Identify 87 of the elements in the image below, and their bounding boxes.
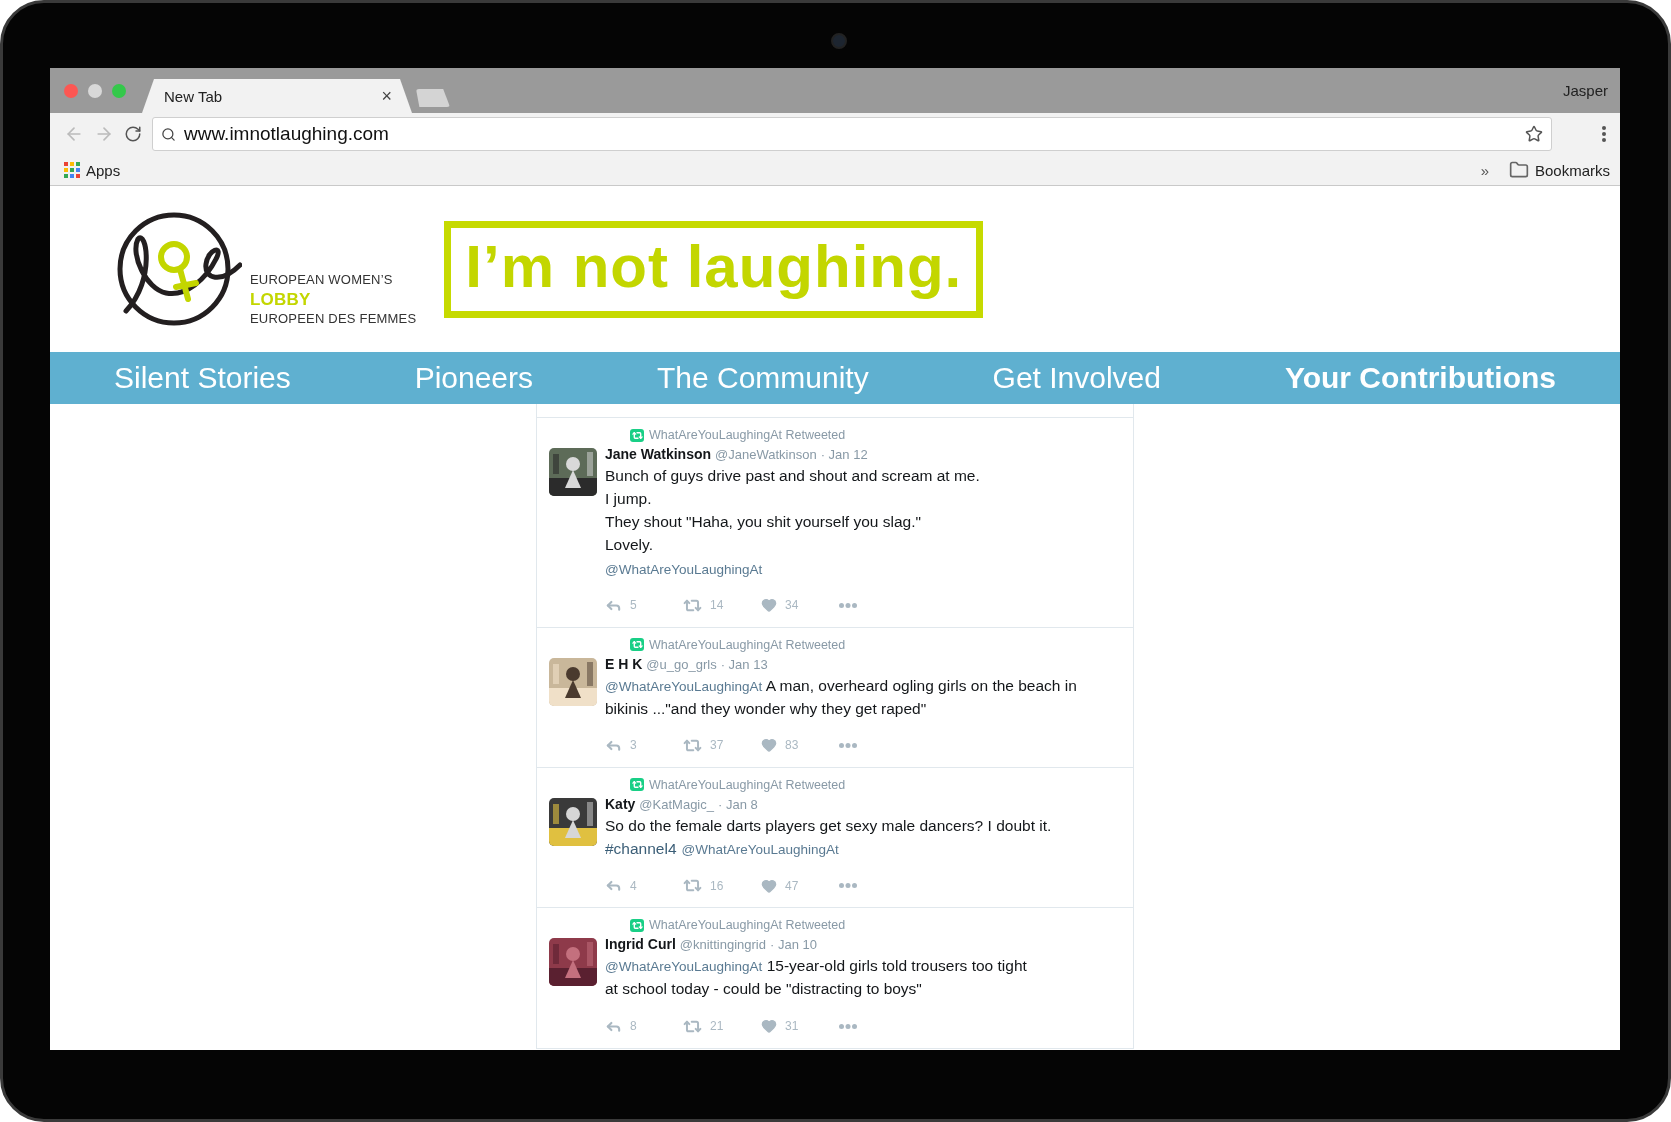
tweet-text: at school today - could be "distracting to boys"	[605, 979, 923, 1000]
author-handle[interactable]: @KatMagic_	[639, 797, 714, 812]
bookmarks-folder[interactable]: Bookmarks	[1508, 160, 1610, 180]
reply-button[interactable]: 5	[605, 596, 683, 614]
reply-button[interactable]: 3	[605, 737, 683, 754]
retweet-button[interactable]: 16	[683, 876, 761, 896]
retweet-icon	[630, 918, 644, 932]
maximize-window-button[interactable]	[112, 83, 126, 98]
reply-button[interactable]: 8	[605, 1017, 683, 1035]
like-button[interactable]: 47	[761, 877, 839, 894]
more-icon	[839, 743, 857, 748]
retweet-label: WhatAreYouLaughingAt Retweeted	[649, 428, 846, 442]
heart-icon	[761, 877, 777, 894]
organisation-name: EUROPEAN WOMEN’S	[250, 272, 394, 289]
author-name[interactable]: Katy	[605, 796, 636, 812]
tweet-text: So do the female darts players get sexy male dancers? I doubt it.	[605, 816, 1053, 836]
heart-icon	[761, 737, 777, 754]
more-icon	[839, 883, 857, 889]
reply-button[interactable]: 4	[605, 877, 683, 895]
tweet-date[interactable]: · Jan 8	[718, 797, 758, 812]
tweet-text: Lovely.	[605, 535, 654, 556]
like-button[interactable]: 83	[761, 737, 839, 754]
campaign-banner: I’m not laughing.	[444, 220, 984, 318]
apps-grid-icon	[64, 162, 80, 178]
nav-link[interactable]: Silent Stories	[114, 361, 291, 395]
apps-link[interactable]: Apps	[64, 161, 121, 179]
mention-link[interactable]: @WhatAreYouLaughingAt	[605, 678, 763, 694]
mention-link[interactable]: @WhatAreYouLaughingAt	[605, 561, 763, 577]
tweet-text: Bunch of guys drive past and shout and scream at me.	[605, 466, 981, 486]
profile-name[interactable]: Jasper	[1562, 82, 1608, 99]
retweet-icon	[630, 638, 644, 652]
nav-link[interactable]: The Community	[656, 361, 869, 395]
menu-button[interactable]	[1602, 126, 1606, 142]
retweet-label: WhatAreYouLaughingAt Retweeted	[649, 778, 846, 792]
more-button[interactable]	[839, 1023, 857, 1029]
retweet-button[interactable]: 37	[683, 736, 761, 755]
tweet-text: They shout "Haha, you shit yourself you slag."	[605, 512, 922, 533]
nav-link[interactable]: Pioneers	[414, 361, 534, 395]
tab-title: New Tab	[164, 87, 223, 105]
tweet-date[interactable]: · Jan 13	[720, 656, 768, 672]
retweet-label: WhatAreYouLaughingAt Retweeted	[649, 637, 846, 652]
new-tab-button[interactable]	[416, 89, 450, 107]
retweet-label: WhatAreYouLaughingAt Retweeted	[649, 918, 846, 933]
camera-icon	[831, 33, 847, 49]
mention-link[interactable]: @WhatAreYouLaughingAt	[681, 842, 839, 858]
author-name[interactable]: Ingrid Curl	[605, 936, 676, 953]
close-tab-button[interactable]: ×	[381, 85, 392, 107]
search-icon	[161, 126, 176, 142]
retweet-icon	[630, 428, 644, 442]
retweet-button[interactable]: 14	[683, 595, 761, 615]
tweet-text: I jump.	[605, 489, 653, 510]
organisation-name: EUROPEEN DES FEMMES	[250, 311, 417, 328]
more-icon	[839, 1023, 857, 1029]
folder-icon	[1508, 160, 1529, 180]
bookmark-star-icon[interactable]	[1525, 125, 1543, 143]
tweet-text: @WhatAreYouLaughingAt 15-year-old girls told trousers too tight	[605, 956, 1028, 977]
tweet-text: bikinis ..."and they wonder why they get raped"	[605, 698, 928, 719]
like-button[interactable]: 31	[761, 1018, 839, 1035]
more-button[interactable]	[839, 743, 857, 748]
tweet-date[interactable]: · Jan 10	[769, 937, 817, 953]
more-button[interactable]	[839, 883, 857, 889]
browser-tab[interactable]: New Tab ×	[142, 79, 412, 113]
organisation-name: LOBBY	[250, 288, 312, 311]
reload-button[interactable]	[124, 125, 142, 143]
author-handle[interactable]: @JaneWatkinson	[715, 447, 817, 462]
nav-link[interactable]: Your Contributions	[1284, 361, 1556, 395]
hashtag-link[interactable]: #channel4	[605, 840, 677, 858]
close-window-button[interactable]	[64, 83, 78, 98]
tweet-text: @WhatAreYouLaughingAt A man, overheard ogling girls on the beach in	[605, 675, 1078, 696]
author-handle[interactable]: @u_go_grls	[646, 656, 717, 672]
bookmarks-overflow-button[interactable]: »	[1480, 161, 1489, 179]
menu-icon	[1602, 126, 1606, 142]
mention-link[interactable]: @WhatAreYouLaughingAt	[605, 959, 763, 975]
retweet-button[interactable]: 21	[683, 1016, 761, 1036]
author-handle[interactable]: @knittingingrid	[679, 937, 766, 953]
like-button[interactable]: 34	[761, 597, 839, 614]
retweet-icon	[630, 778, 644, 792]
address-bar[interactable]: www.imnotlaughing.com	[152, 117, 1552, 151]
more-icon	[839, 602, 857, 608]
tweet-date[interactable]: · Jan 12	[820, 447, 868, 462]
author-name[interactable]: Jane Watkinson	[605, 446, 712, 462]
heart-icon	[761, 1018, 777, 1035]
minimize-window-button[interactable]	[88, 83, 102, 98]
more-button[interactable]	[839, 602, 857, 608]
author-name[interactable]: E H K	[605, 655, 643, 672]
nav-link[interactable]: Get Involved	[992, 361, 1161, 395]
heart-icon	[761, 597, 777, 614]
